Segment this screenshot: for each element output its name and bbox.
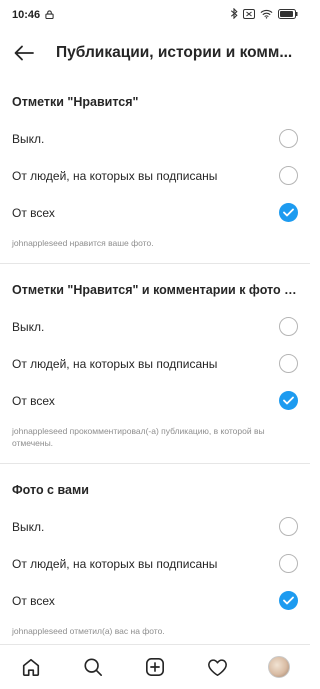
bottom-navigation [0,644,310,689]
bluetooth-icon [230,6,238,24]
profile-avatar [268,656,290,678]
nav-home-button[interactable] [16,652,46,682]
option-label: Выкл. [12,131,45,146]
search-icon [84,658,102,676]
nav-add-post-button[interactable] [140,652,170,682]
option-everyone[interactable]: От всех [0,194,310,231]
section-example-note: johnappleseed нравится ваше фото. [12,238,154,248]
lock-icon [45,6,54,24]
battery-icon [278,6,298,24]
arrow-left-icon [14,45,34,61]
wifi-icon [260,6,273,24]
settings-list[interactable]: Отметки "Нравится" Выкл. От людей, на ко… [0,76,310,644]
page-title: Публикации, истории и комм... [56,44,293,61]
radio-button[interactable] [279,166,298,185]
add-post-icon [146,658,164,676]
option-label: От всех [12,593,55,608]
radio-button[interactable] [279,317,298,336]
status-time: 10:46 [12,9,41,21]
option-label: От людей, на которых вы подписаны [12,356,218,371]
section-title: Отметки "Нравится" и комментарии к фото … [12,283,302,297]
radio-button[interactable] [279,129,298,148]
option-label: Выкл. [12,519,45,534]
radio-button-checked[interactable] [279,591,298,610]
option-following[interactable]: От людей, на которых вы подписаны [0,545,310,582]
activity-heart-icon [207,658,227,676]
section-title: Фото с вами [12,483,89,497]
section-example-note: johnappleseed прокомментировал(-а) публи… [12,426,265,448]
option-everyone[interactable]: От всех [0,382,310,419]
option-off[interactable]: Выкл. [0,120,310,157]
nav-activity-button[interactable] [202,652,232,682]
status-bar: 10:46 [0,0,310,30]
section-likes: Отметки "Нравится" Выкл. От людей, на ко… [0,76,310,263]
option-everyone[interactable]: От всех [0,582,310,619]
option-following[interactable]: От людей, на которых вы подписаны [0,345,310,382]
option-label: Выкл. [12,319,45,334]
back-button[interactable] [10,39,38,67]
radio-button-checked[interactable] [279,391,298,410]
checkmark-icon [283,396,294,405]
option-label: От всех [12,393,55,408]
header: Публикации, истории и комм... [0,30,310,76]
sim-off-icon [243,6,255,24]
section-photos-of-you: Фото с вами Выкл. От людей, на которых в… [0,463,310,644]
radio-button[interactable] [279,517,298,536]
option-label: От людей, на которых вы подписаны [12,556,218,571]
home-icon [22,658,40,676]
option-label: От людей, на которых вы подписаны [12,168,218,183]
option-off[interactable]: Выкл. [0,508,310,545]
checkmark-icon [283,596,294,605]
section-title: Отметки "Нравится" [12,95,139,109]
nav-profile-button[interactable] [264,652,294,682]
section-example-note: johnappleseed отметил(а) вас на фото. [12,626,165,636]
radio-button-checked[interactable] [279,203,298,222]
checkmark-icon [283,208,294,217]
section-likes-comments-photos-of-you: Отметки "Нравится" и комментарии к фото … [0,263,310,463]
radio-button[interactable] [279,354,298,373]
option-label: От всех [12,205,55,220]
radio-button[interactable] [279,554,298,573]
option-off[interactable]: Выкл. [0,308,310,345]
option-following[interactable]: От людей, на которых вы подписаны [0,157,310,194]
nav-search-button[interactable] [78,652,108,682]
